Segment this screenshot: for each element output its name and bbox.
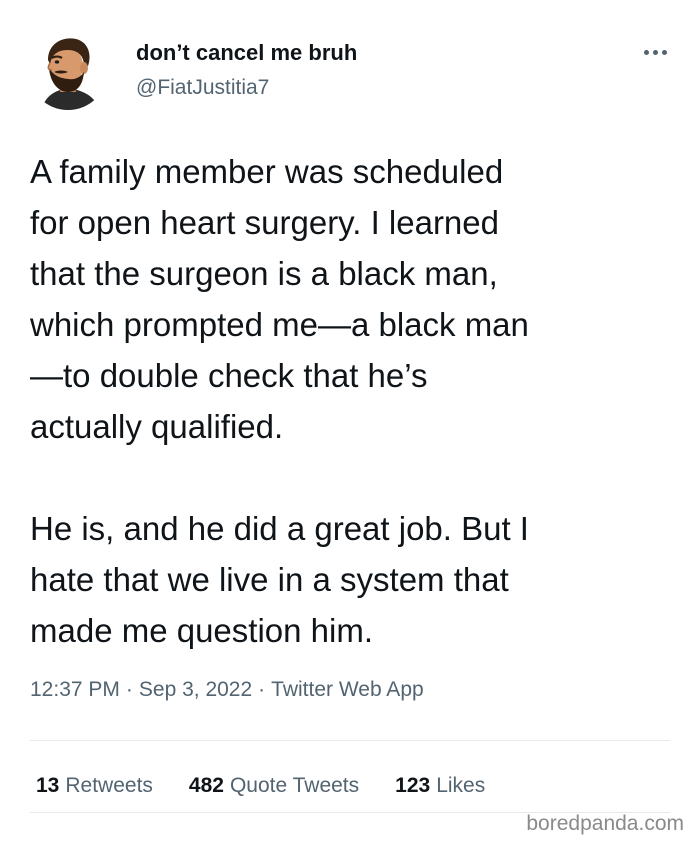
watermark: boredpanda.com xyxy=(526,812,684,835)
quote-tweets-label: Quote Tweets xyxy=(229,774,360,797)
meta-separator: · xyxy=(258,678,266,701)
quote-tweets-stat[interactable]: 482 Quote Tweets xyxy=(189,774,359,798)
tweet-text: A family member was scheduled for open h… xyxy=(30,146,680,656)
tweet-source[interactable]: Twitter Web App xyxy=(271,678,424,701)
retweets-stat[interactable]: 13 Retweets xyxy=(36,774,153,798)
likes-count: 123 xyxy=(395,774,431,797)
likes-label: Likes xyxy=(436,774,486,797)
meta-separator: · xyxy=(125,678,133,701)
tweet-date[interactable]: Sep 3, 2022 xyxy=(139,678,252,701)
more-dot xyxy=(653,50,658,55)
tweet-card: don’t cancel me bruh @FiatJustitia7 A fa… xyxy=(0,0,700,846)
author-display-name[interactable]: don’t cancel me bruh xyxy=(136,40,357,66)
tweet-paragraph: He is, and he did a great job. But I hat… xyxy=(30,510,529,649)
tweet-meta: 12:37 PM · Sep 3, 2022 · Twitter Web App xyxy=(30,678,424,702)
tweet-time[interactable]: 12:37 PM xyxy=(30,678,120,701)
author-handle[interactable]: @FiatJustitia7 xyxy=(136,76,269,100)
tweet-stats: 13 Retweets 482 Quote Tweets 123 Likes xyxy=(36,774,485,798)
retweets-label: Retweets xyxy=(65,774,153,797)
more-dot xyxy=(662,50,667,55)
bearded-man-avatar-icon xyxy=(42,38,100,110)
avatar[interactable] xyxy=(28,30,108,110)
divider xyxy=(30,740,670,741)
more-horizontal-icon[interactable] xyxy=(638,42,674,62)
likes-stat[interactable]: 123 Likes xyxy=(395,774,485,798)
more-dot xyxy=(644,50,649,55)
retweets-count: 13 xyxy=(36,774,60,797)
tweet-paragraph: A family member was scheduled for open h… xyxy=(30,153,529,445)
quote-tweets-count: 482 xyxy=(188,774,224,797)
